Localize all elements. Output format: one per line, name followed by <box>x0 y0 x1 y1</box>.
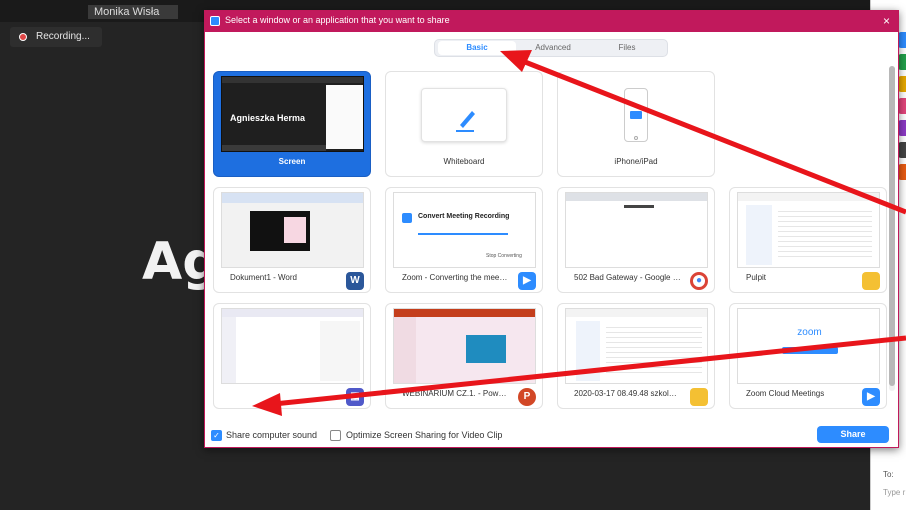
arrow-to-basic-tab <box>519 57 906 215</box>
arrow-head <box>252 393 282 416</box>
screen: Monika Wisła Recording... Ag To: Type r … <box>0 0 906 510</box>
arrow-to-share-sound <box>273 335 906 407</box>
annotation-arrows <box>252 50 906 416</box>
